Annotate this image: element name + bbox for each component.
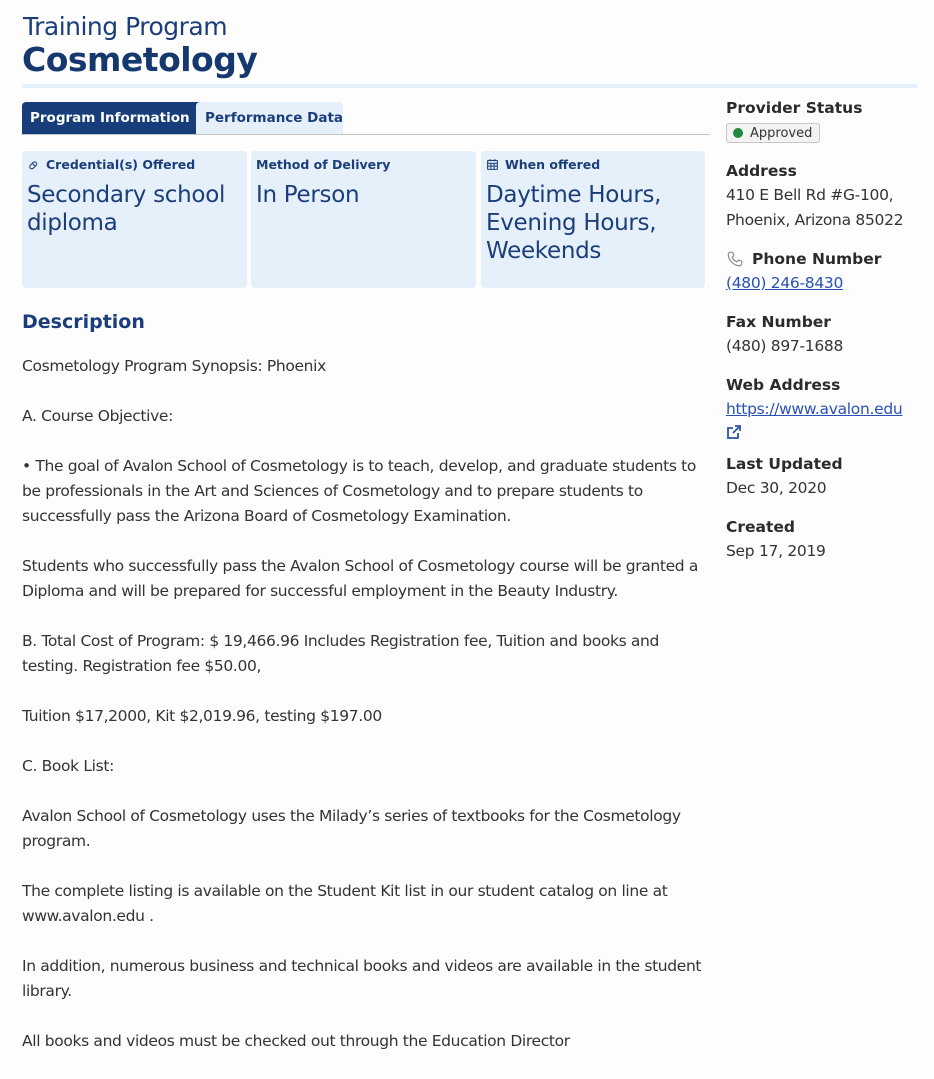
description-paragraph: Tuition $17,2000, Kit $2,019.96, testing… bbox=[22, 707, 382, 725]
phone-section: Phone Number (480) 246-8430 bbox=[726, 249, 921, 296]
last-updated-value: Dec 30, 2020 bbox=[726, 479, 827, 497]
description-paragraph: In addition, numerous business and techn… bbox=[22, 957, 702, 1000]
description-paragraph: Avalon School of Cosmetology uses the Mi… bbox=[22, 807, 681, 850]
schedule-value: Daytime Hours, Evening Hours, Weekends bbox=[486, 182, 662, 264]
certificate-icon bbox=[29, 161, 38, 170]
address-section: Address 410 E Bell Rd #G-100, Phoenix, A… bbox=[726, 161, 921, 233]
credential-label: Credential(s) Offered bbox=[46, 157, 196, 172]
credential-label-row: Credential(s) Offered bbox=[27, 157, 242, 172]
web-section: Web Address https://www.avalon.edu bbox=[726, 375, 921, 440]
calendar-icon bbox=[487, 159, 498, 170]
fax-value: (480) 897-1688 bbox=[726, 337, 844, 355]
created-label: Created bbox=[726, 518, 796, 536]
schedule-label: When offered bbox=[505, 157, 601, 172]
fax-section: Fax Number (480) 897-1688 bbox=[726, 312, 921, 359]
page-eyebrow: Training Program bbox=[23, 12, 228, 41]
created-value: Sep 17, 2019 bbox=[726, 542, 826, 560]
fax-label: Fax Number bbox=[726, 313, 831, 331]
delivery-value: In Person bbox=[256, 182, 360, 208]
phone-label: Phone Number bbox=[752, 250, 882, 268]
address-label: Address bbox=[726, 162, 797, 180]
credential-value: Secondary school diploma bbox=[27, 182, 226, 236]
credential-card: Credential(s) Offered Secondary school d… bbox=[22, 151, 247, 288]
description-paragraph: The complete listing is available on the… bbox=[22, 882, 668, 925]
phone-icon bbox=[727, 251, 743, 267]
phone-label-row: Phone Number bbox=[726, 249, 921, 269]
last-updated-label: Last Updated bbox=[726, 455, 843, 473]
web-link[interactable]: https://www.avalon.edu bbox=[726, 397, 921, 422]
schedule-card: When offered Daytime Hours, Evening Hour… bbox=[481, 151, 705, 288]
status-dot-icon bbox=[733, 128, 743, 138]
page-title: Cosmetology bbox=[22, 40, 258, 79]
schedule-label-row: When offered bbox=[486, 157, 700, 172]
web-label: Web Address bbox=[726, 376, 841, 394]
description-paragraph: C. Book List: bbox=[22, 757, 114, 775]
title-divider bbox=[22, 84, 917, 88]
description-paragraph: B. Total Cost of Program: $ 19,466.96 In… bbox=[22, 632, 660, 675]
created-section: Created Sep 17, 2019 bbox=[726, 517, 921, 564]
description-paragraph: • The goal of Avalon School of Cosmetolo… bbox=[22, 457, 697, 525]
address-line2: Phoenix, Arizona 85022 bbox=[726, 211, 904, 229]
description-paragraph: All books and videos must be checked out… bbox=[22, 1032, 570, 1050]
delivery-card: Method of Delivery In Person bbox=[251, 151, 476, 288]
description-body: Cosmetology Program Synopsis: Phoenix A.… bbox=[22, 354, 712, 1079]
tab-performance-data[interactable]: Performance Data bbox=[196, 102, 343, 134]
phone-link[interactable]: (480) 246-8430 bbox=[726, 271, 921, 296]
provider-sidebar: Provider Status Approved Address 410 E B… bbox=[726, 98, 921, 564]
program-page: Training Program Cosmetology Program Inf… bbox=[0, 0, 934, 1068]
status-badge: Approved bbox=[726, 123, 821, 143]
description-heading: Description bbox=[22, 311, 145, 333]
description-paragraph: A. Course Objective: bbox=[22, 407, 173, 425]
delivery-label-row: Method of Delivery bbox=[256, 157, 471, 172]
description-paragraph: Students who successfully pass the Avalo… bbox=[22, 557, 698, 600]
provider-status-section: Provider Status Approved bbox=[726, 98, 921, 143]
provider-status-label: Provider Status bbox=[726, 99, 863, 117]
external-link-icon[interactable] bbox=[726, 424, 742, 440]
tab-bar: Program Information Performance Data bbox=[22, 102, 710, 135]
delivery-label: Method of Delivery bbox=[256, 157, 391, 172]
description-paragraph: Cosmetology Program Synopsis: Phoenix bbox=[22, 357, 326, 375]
address-line1: 410 E Bell Rd #G-100, bbox=[726, 186, 894, 204]
tab-program-information[interactable]: Program Information bbox=[22, 102, 203, 134]
status-badge-text: Approved bbox=[750, 125, 813, 141]
last-updated-section: Last Updated Dec 30, 2020 bbox=[726, 454, 921, 501]
